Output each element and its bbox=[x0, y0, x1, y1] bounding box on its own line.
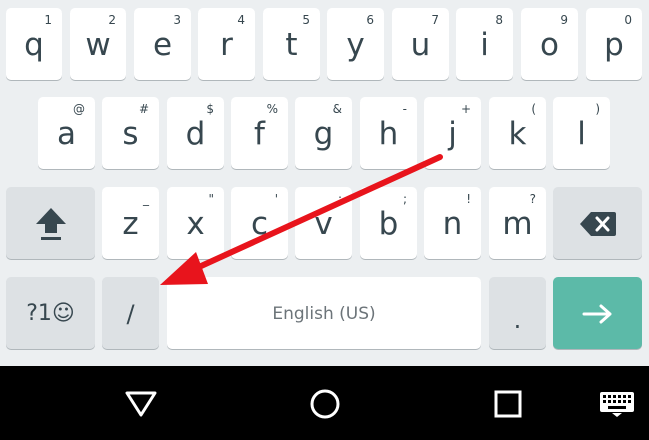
key-p[interactable]: 0p bbox=[586, 8, 642, 80]
key-label: / bbox=[126, 300, 135, 328]
key-label: t bbox=[285, 26, 298, 63]
key-label: . bbox=[513, 306, 522, 334]
key-label: m bbox=[502, 205, 533, 242]
key-o[interactable]: 9o bbox=[521, 8, 578, 80]
key-y[interactable]: 6y bbox=[327, 8, 384, 80]
key-a[interactable]: @ a bbox=[38, 97, 95, 169]
key-label: f bbox=[254, 115, 265, 152]
key-label: x bbox=[186, 205, 205, 242]
right-arrow-icon bbox=[553, 277, 642, 349]
square-recents-icon[interactable] bbox=[493, 389, 523, 423]
space-bar-label: English (US) bbox=[272, 303, 376, 324]
key-label: q bbox=[24, 26, 44, 63]
key-d[interactable]: $ d bbox=[167, 97, 224, 169]
key-label: d bbox=[185, 115, 206, 152]
key-g[interactable]: & g bbox=[295, 97, 352, 169]
navigation-bar bbox=[0, 366, 649, 440]
key-label: l bbox=[577, 115, 586, 152]
key-label: i bbox=[480, 26, 489, 63]
key-label: y bbox=[346, 26, 365, 63]
key-label: s bbox=[122, 115, 139, 152]
key-label: r bbox=[220, 26, 233, 63]
key-c[interactable]: ' c bbox=[231, 187, 288, 259]
key-label: g bbox=[313, 115, 334, 152]
key-label: b bbox=[378, 205, 399, 242]
slash-key[interactable]: / bbox=[102, 277, 159, 349]
keyboard-icon[interactable] bbox=[599, 391, 635, 421]
backspace-icon bbox=[553, 187, 642, 259]
key-k[interactable]: (k bbox=[489, 97, 546, 169]
key-u[interactable]: 7u bbox=[392, 8, 449, 80]
triangle-back-icon[interactable] bbox=[124, 390, 158, 422]
key-label: o bbox=[540, 26, 559, 63]
key-label: z bbox=[122, 205, 139, 242]
key-n[interactable]: ! n bbox=[424, 187, 481, 259]
key-i[interactable]: 8i bbox=[456, 8, 513, 80]
key-label: e bbox=[152, 26, 173, 63]
circle-home-icon[interactable] bbox=[309, 388, 341, 424]
key-m[interactable]: ? m bbox=[489, 187, 546, 259]
key-b[interactable]: ; b bbox=[360, 187, 417, 259]
keyboard: 1q 2w 3e 4r 5t 6y 7u 8i 9o 0p @ a # s $ d %… bbox=[0, 0, 649, 366]
key-j[interactable]: + j bbox=[424, 97, 481, 169]
key-label: c bbox=[250, 205, 269, 242]
space-bar[interactable]: English (US) bbox=[167, 277, 481, 349]
key-w[interactable]: 2w bbox=[70, 8, 126, 80]
key-label: p bbox=[604, 26, 624, 63]
key-label: w bbox=[85, 26, 111, 63]
key-label: ?1☺ bbox=[26, 301, 75, 326]
key-label: n bbox=[442, 205, 463, 242]
key-z[interactable]: _ z bbox=[102, 187, 159, 259]
key-label: u bbox=[410, 26, 431, 63]
shift-key[interactable] bbox=[6, 187, 95, 259]
key-label: v bbox=[314, 205, 333, 242]
enter-key[interactable] bbox=[553, 277, 642, 349]
key-label: a bbox=[57, 115, 76, 152]
key-label: h bbox=[378, 115, 399, 152]
key-v[interactable]: :v bbox=[295, 187, 352, 259]
key-x[interactable]: " x bbox=[167, 187, 224, 259]
key-f[interactable]: % f bbox=[231, 97, 288, 169]
key-label: j bbox=[448, 115, 457, 152]
key-h[interactable]: -h bbox=[360, 97, 417, 169]
shift-arrow-icon bbox=[6, 187, 95, 259]
key-l[interactable]: ) l bbox=[553, 97, 610, 169]
period-key[interactable]: . bbox=[489, 277, 546, 349]
backspace-key[interactable] bbox=[553, 187, 642, 259]
key-e[interactable]: 3e bbox=[134, 8, 191, 80]
key-label: k bbox=[508, 115, 527, 152]
key-r[interactable]: 4r bbox=[198, 8, 255, 80]
symbols-emoji-key[interactable]: ?1☺ bbox=[6, 277, 95, 349]
key-s[interactable]: # s bbox=[102, 97, 159, 169]
key-q[interactable]: 1q bbox=[6, 8, 62, 80]
key-t[interactable]: 5t bbox=[263, 8, 320, 80]
